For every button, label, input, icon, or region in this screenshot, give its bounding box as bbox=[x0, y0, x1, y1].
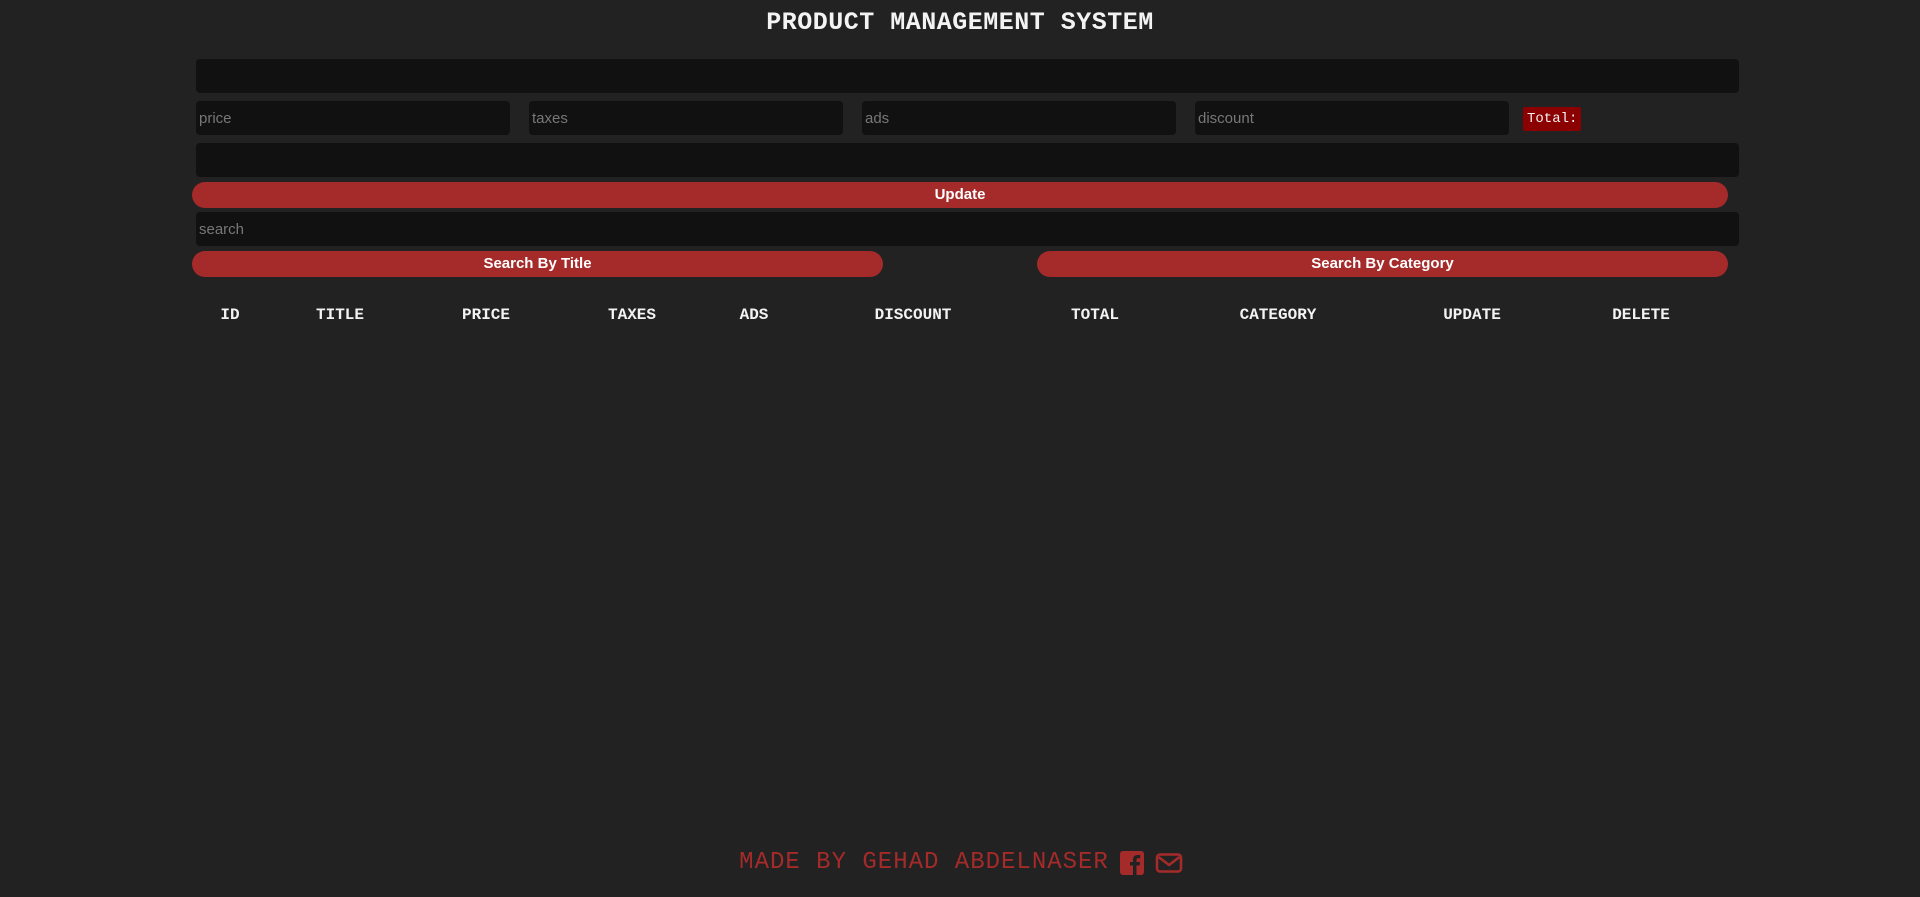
search-by-title-button[interactable]: Search By Title bbox=[192, 251, 883, 277]
column-header-update: UPDATE bbox=[1443, 306, 1501, 324]
total-badge: Total: bbox=[1523, 107, 1582, 131]
ads-input[interactable] bbox=[862, 101, 1176, 135]
column-header-category: CATEGORY bbox=[1239, 306, 1317, 324]
title-input[interactable] bbox=[196, 59, 1739, 93]
search-by-category-button[interactable]: Search By Category bbox=[1037, 251, 1728, 277]
page: PRODUCT MANAGEMENT SYSTEM Total: Update … bbox=[0, 0, 1920, 897]
taxes-input[interactable] bbox=[529, 101, 843, 135]
price-input[interactable] bbox=[196, 101, 510, 135]
column-header-ads: ADS bbox=[739, 306, 769, 324]
column-header-id: ID bbox=[220, 306, 240, 324]
column-header-discount: DISCOUNT bbox=[874, 306, 952, 324]
page-title: PRODUCT MANAGEMENT SYSTEM bbox=[766, 8, 1154, 37]
update-button[interactable]: Update bbox=[192, 182, 1728, 208]
table-header: ID TITLE PRICE TAXES ADS DISCOUNT TOTAL … bbox=[0, 306, 1920, 330]
search-input[interactable] bbox=[196, 212, 1739, 246]
column-header-title: TITLE bbox=[315, 306, 365, 324]
column-header-taxes: TAXES bbox=[607, 306, 657, 324]
column-header-price: PRICE bbox=[461, 306, 511, 324]
footer: MADE BY GEHAD ABDELNASER bbox=[0, 849, 1920, 876]
footer-credit: MADE BY GEHAD ABDELNASER bbox=[739, 849, 1109, 876]
discount-input[interactable] bbox=[1195, 101, 1509, 135]
column-header-delete: DELETE bbox=[1612, 306, 1670, 324]
column-header-total: TOTAL bbox=[1070, 306, 1120, 324]
envelope-icon[interactable] bbox=[1155, 850, 1183, 876]
count-input[interactable] bbox=[196, 143, 1739, 177]
facebook-icon[interactable] bbox=[1119, 850, 1145, 876]
